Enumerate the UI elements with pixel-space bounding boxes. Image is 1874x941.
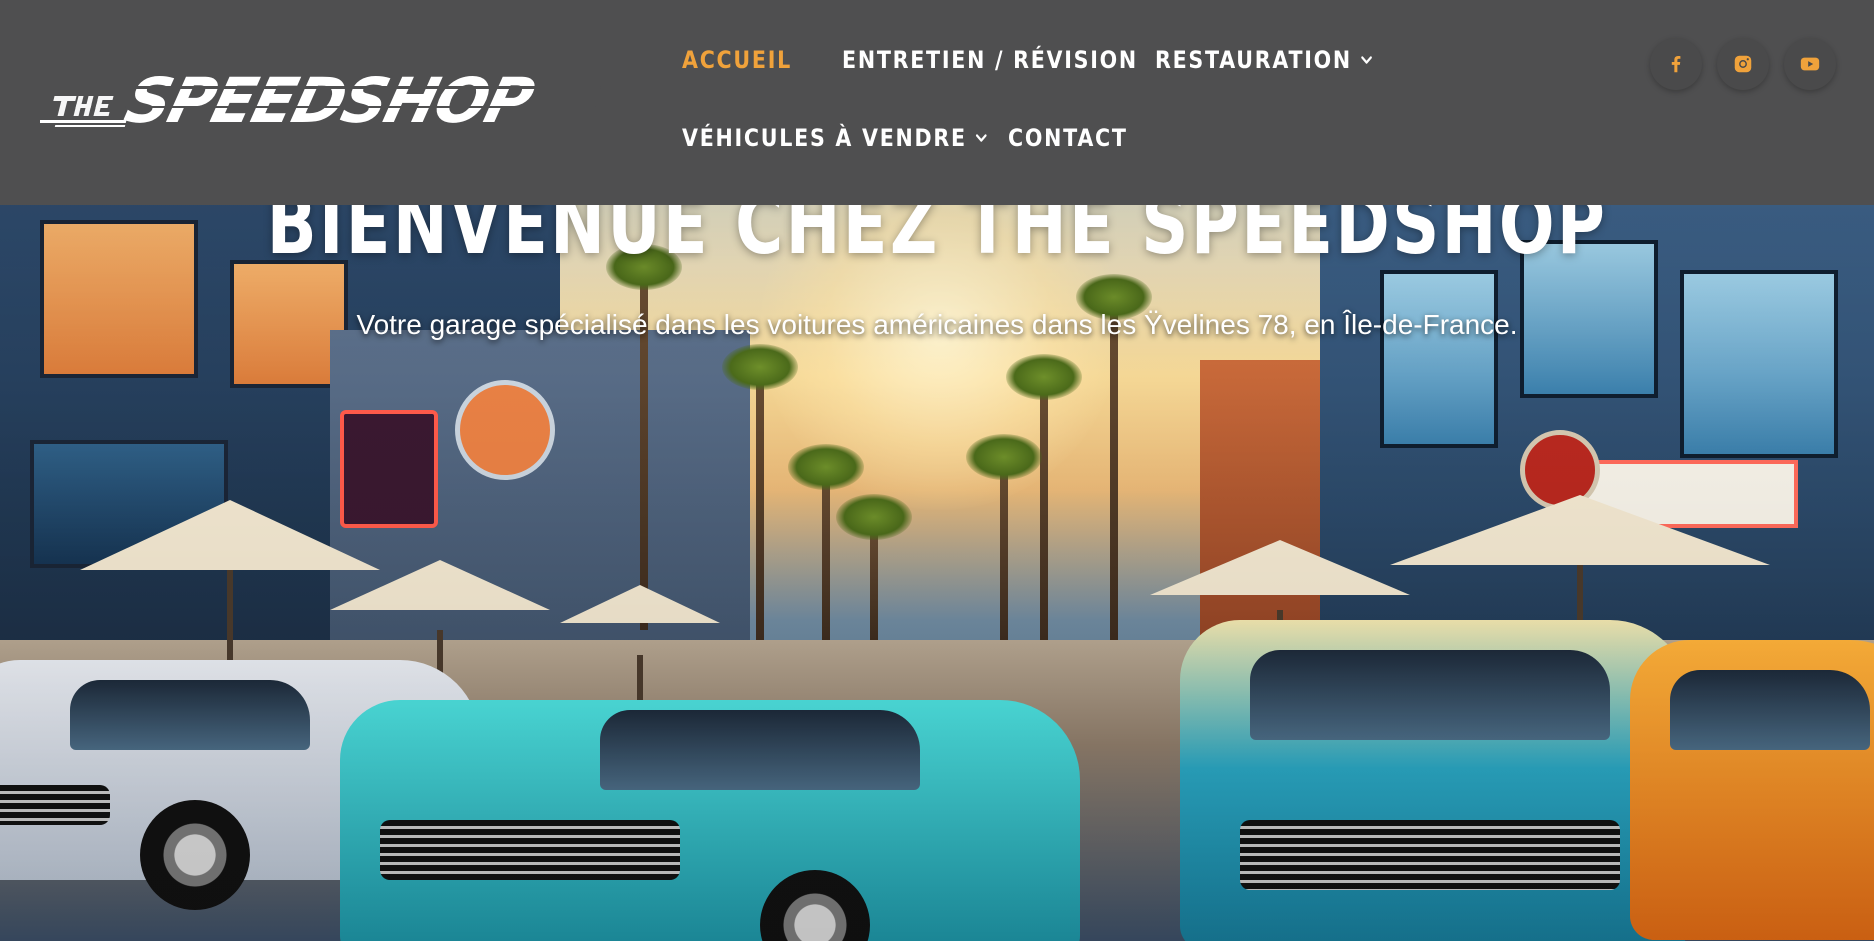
site-logo[interactable]: SPEEDSHOP: [35, 65, 606, 137]
speedshop-logo-icon: SPEEDSHOP: [35, 65, 602, 137]
nav-item-label: ENTRETIEN / RÉVISION: [842, 46, 1138, 74]
nav-item-vehicules[interactable]: VÉHICULES À VENDRE: [682, 124, 987, 152]
youtube-button[interactable]: [1784, 38, 1836, 90]
nav-item-label: ACCUEIL: [682, 46, 792, 74]
facebook-icon: [1671, 56, 1681, 73]
nav-item-label: RESTAURATION: [1155, 46, 1352, 74]
nav-item-label: VÉHICULES À VENDRE: [682, 124, 967, 152]
nav-item-contact[interactable]: CONTACT: [1008, 124, 1128, 152]
youtube-icon: [1800, 57, 1820, 71]
nav-item-entretien[interactable]: ENTRETIEN / RÉVISION: [842, 46, 1138, 74]
nav-item-label: CONTACT: [1008, 124, 1128, 152]
chevron-down-icon: [976, 134, 987, 142]
instagram-icon: [1734, 55, 1752, 73]
instagram-button[interactable]: [1717, 38, 1769, 90]
facebook-button[interactable]: [1650, 38, 1702, 90]
hero-subtitle: Votre garage spécialisé dans les voiture…: [356, 309, 1518, 340]
nav-item-accueil[interactable]: ACCUEIL: [682, 46, 792, 74]
nav-item-restauration[interactable]: RESTAURATION: [1155, 46, 1373, 74]
svg-text:SPEEDSHOP: SPEEDSHOP: [118, 66, 541, 130]
site-header: SPEEDSHOP ACCUEIL ENTRETIEN / RÉVISION R…: [0, 0, 1874, 205]
chevron-down-icon: [1361, 56, 1372, 64]
